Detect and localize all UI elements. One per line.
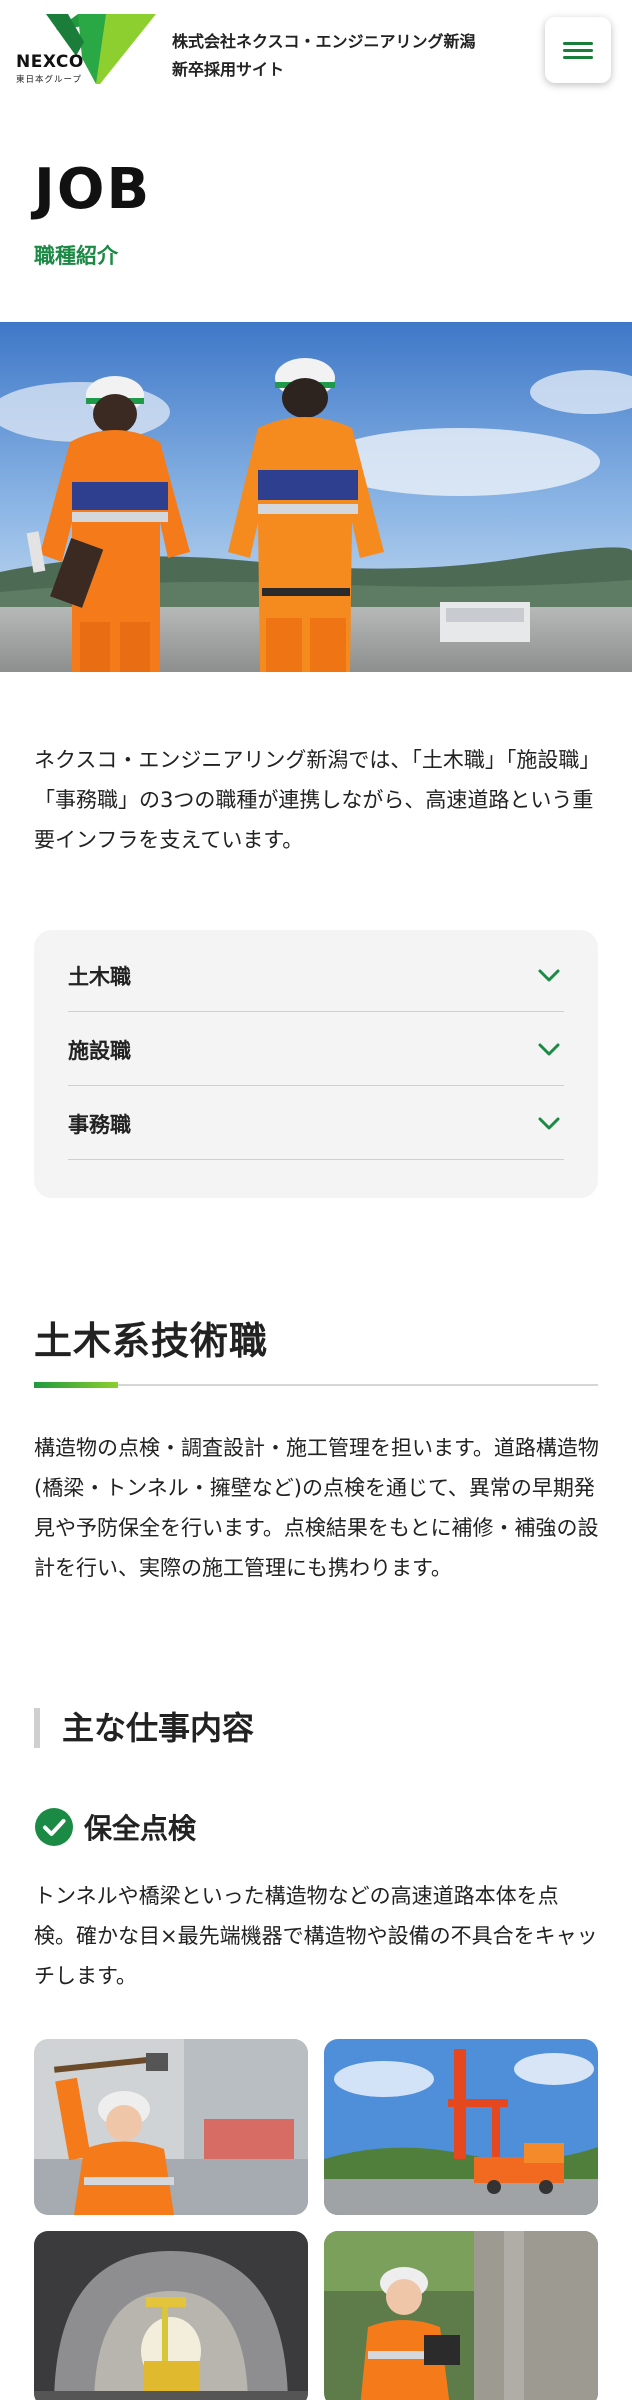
nexco-logo[interactable]: NEXCO 東日本グループ — [16, 12, 156, 88]
chevron-down-icon — [538, 1043, 560, 1056]
job-type-accordion: 土木職 施設職 事務職 — [34, 930, 598, 1198]
accordion-item-doboku[interactable]: 土木職 — [68, 938, 564, 1012]
accordion-item-shisetsu[interactable]: 施設職 — [68, 1012, 564, 1086]
work-item-title: 保全点検 — [84, 1812, 197, 1845]
section-description: 構造物の点検・調査設計・施工管理を担います。道路構造物(橋梁・トンネル・擁壁など… — [34, 1436, 599, 1580]
page-title: JOB — [34, 157, 152, 222]
accordion-item-jimu[interactable]: 事務職 — [68, 1086, 564, 1160]
section-title: 土木系技術職 — [34, 1319, 269, 1363]
logo-group-label: 東日本グループ — [16, 75, 82, 85]
hero-image — [0, 322, 632, 672]
hamburger-icon — [563, 42, 593, 45]
logo-wordmark: NEXCO — [16, 52, 84, 72]
hamburger-icon-bar — [563, 49, 593, 52]
site-title[interactable]: 株式会社ネクスコ・エンジニアリング新潟 新卒採用サイト — [172, 28, 476, 84]
page-subtitle: 職種紹介 — [34, 244, 118, 268]
photo-hammer-inspection — [34, 2039, 308, 2215]
work-content-heading: 主な仕事内容 — [34, 1708, 254, 1748]
hamburger-icon-bar — [563, 56, 593, 59]
work-item-heading: 保全点検 — [34, 1806, 196, 1848]
accordion-item-label: 施設職 — [68, 1039, 131, 1063]
site-title-line1: 株式会社ネクスコ・エンジニアリング新潟 — [172, 32, 476, 51]
photo-pier-inspection — [324, 2231, 598, 2400]
accordion-item-label: 土木職 — [68, 965, 131, 989]
intro-text: ネクスコ・エンジニアリング新潟では、「土木職」「施設職」「事務職」の3つの職種が… — [34, 748, 594, 852]
site-title-line2: 新卒採用サイト — [172, 60, 285, 79]
check-circle-icon — [35, 1808, 73, 1846]
photo-tunnel-inspection — [34, 2231, 308, 2400]
chevron-down-icon — [538, 1117, 560, 1130]
section-divider-accent — [34, 1382, 118, 1388]
section-divider — [34, 1384, 598, 1386]
accordion-item-label: 事務職 — [68, 1113, 131, 1137]
site-header: NEXCO 東日本グループ 株式会社ネクスコ・エンジニアリング新潟 新卒採用サイ… — [0, 0, 632, 100]
photo-bridge-inspection-vehicle — [324, 2039, 598, 2215]
work-item-description: トンネルや橋梁といった構造物などの高速道路本体を点検。確かな目×最先端機器で構造… — [34, 1884, 598, 1988]
chevron-down-icon — [538, 969, 560, 982]
menu-button[interactable] — [545, 17, 611, 83]
